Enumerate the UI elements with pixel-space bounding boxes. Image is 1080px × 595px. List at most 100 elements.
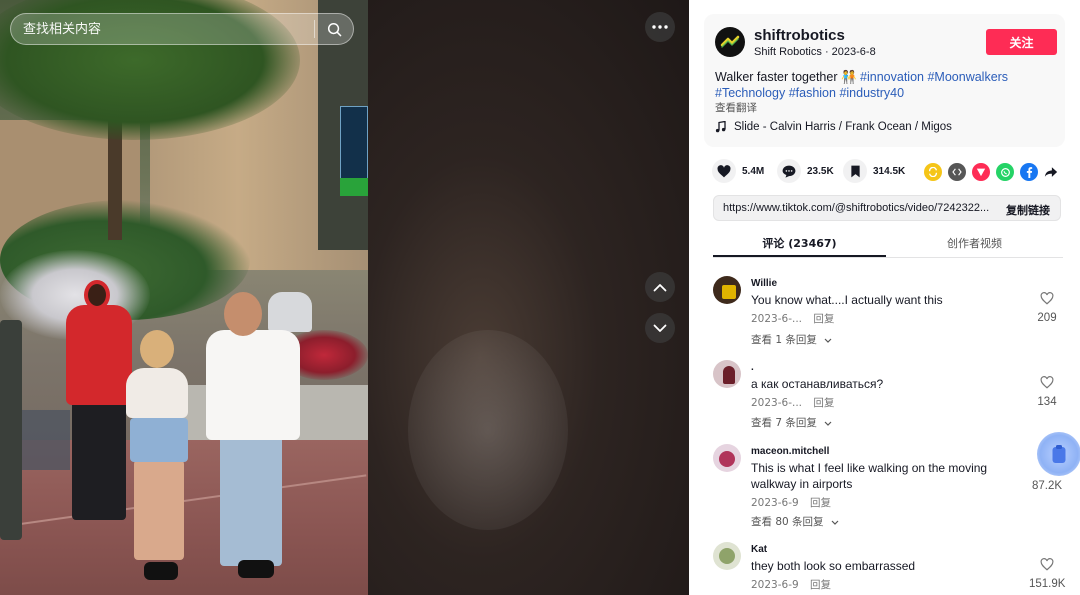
comment-meta: 2023-6-... 回复	[751, 395, 834, 410]
search-bar	[10, 13, 354, 45]
heart-outline-icon	[1040, 292, 1054, 305]
send-icon[interactable]	[972, 163, 990, 181]
copy-link-button[interactable]: 复制链接	[1006, 202, 1050, 218]
comment-like[interactable]: 209	[1029, 292, 1065, 324]
view-replies-label: 查看 80 条回复	[751, 516, 824, 528]
reply-button[interactable]: 回复	[810, 579, 831, 591]
comment-item: maceon.mitchell This is what I feel like…	[713, 444, 1065, 534]
video-blur-background	[368, 0, 689, 595]
commenter-avatar[interactable]	[713, 542, 741, 570]
previous-video-button[interactable]	[645, 272, 675, 302]
view-replies-link[interactable]: 查看 80 条回复	[751, 514, 839, 529]
like-button[interactable]	[712, 159, 736, 183]
chevron-up-icon	[653, 283, 667, 291]
search-icon	[327, 22, 341, 36]
next-video-button[interactable]	[645, 313, 675, 343]
comment-action[interactable]: 23.5K	[777, 159, 834, 183]
comment-text: You know what....I actually want this	[751, 293, 943, 307]
hashtag-link[interactable]: #innovation	[860, 70, 924, 84]
scene-person	[140, 330, 174, 368]
comment-item: . а как останавливаться? 2023-6-... 回复 查…	[713, 360, 1065, 440]
commenter-name[interactable]: Kat	[751, 544, 767, 555]
facebook-icon[interactable]	[1020, 163, 1038, 181]
view-replies-link[interactable]: 查看 7 条回复	[751, 415, 832, 430]
author-username[interactable]: shiftrobotics	[754, 27, 845, 44]
commenter-avatar[interactable]	[713, 276, 741, 304]
hashtag-link[interactable]: #fashion	[789, 86, 836, 100]
video-description: Walker faster together 🧑‍🤝‍🧑 #innovation…	[715, 69, 1055, 101]
chevron-down-icon	[831, 520, 839, 525]
comment-button[interactable]	[777, 159, 801, 183]
side-panel: shiftrobotics Shift Robotics · 2023-6-8 …	[689, 0, 1080, 595]
more-dots-icon	[652, 25, 668, 29]
video-frame	[0, 0, 368, 595]
save-button[interactable]	[843, 159, 867, 183]
follow-button[interactable]: 关注	[986, 29, 1057, 55]
comment-like-count: 209	[1037, 312, 1057, 324]
heart-outline-icon	[1040, 558, 1054, 571]
video-info-card: shiftrobotics Shift Robotics · 2023-6-8 …	[704, 14, 1065, 147]
hashtag-link[interactable]: #Technology	[715, 86, 785, 100]
comment-like[interactable]: 87.2K	[1029, 478, 1065, 492]
view-replies-label: 查看 7 条回复	[751, 417, 817, 429]
music-title: Slide - Calvin Harris / Frank Ocean / Mi…	[734, 121, 952, 133]
comment-like[interactable]: 134	[1029, 376, 1065, 408]
comment-tabs: 评论 (23467) 创作者视频	[713, 231, 1063, 258]
comment-like-count: 134	[1037, 396, 1057, 408]
scene-person	[72, 400, 126, 520]
hashtag-link[interactable]: #Moonwalkers	[927, 70, 1008, 84]
hashtag-link[interactable]: #industry40	[839, 86, 904, 100]
commenter-avatar[interactable]	[713, 360, 741, 388]
comment-meta: 2023-6-9 回复	[751, 495, 831, 510]
save-action[interactable]: 314.5K	[843, 159, 905, 183]
view-replies-link[interactable]: 查看 1 条回复	[751, 332, 832, 347]
music-note-icon	[715, 121, 726, 133]
scene-person	[126, 368, 188, 418]
commenter-name[interactable]: maceon.mitchell	[751, 446, 829, 457]
author-avatar[interactable]	[715, 27, 745, 57]
clipboard-icon	[1052, 445, 1066, 463]
commenter-name[interactable]: .	[751, 362, 754, 373]
comment-date: 2023-6-9	[751, 497, 799, 509]
save-count: 314.5K	[873, 165, 906, 177]
scene-person	[130, 418, 188, 462]
post-date: 2023-6-8	[831, 46, 876, 58]
reply-button[interactable]: 回复	[810, 497, 831, 509]
share-arrow-icon[interactable]	[1042, 163, 1060, 181]
more-options-button[interactable]	[645, 12, 675, 42]
commenter-avatar[interactable]	[713, 444, 741, 472]
whatsapp-icon[interactable]	[996, 163, 1014, 181]
comment-like[interactable]: 151.9K	[1029, 558, 1065, 590]
tab-comments[interactable]: 评论 (23467)	[713, 235, 886, 251]
bookmark-icon	[850, 165, 860, 177]
like-count: 5.4M	[742, 165, 765, 177]
heart-icon	[717, 164, 731, 177]
comment-text: This is what I feel like walking on the …	[751, 461, 988, 491]
like-action[interactable]: 5.4M	[712, 159, 764, 183]
video-player[interactable]	[0, 0, 689, 595]
translate-link[interactable]: 查看翻译	[715, 100, 757, 115]
comment-count: 23.5K	[807, 165, 834, 177]
chevron-down-icon	[824, 338, 832, 343]
reply-button[interactable]: 回复	[813, 397, 834, 409]
comment-icon	[782, 165, 796, 178]
embed-icon[interactable]	[948, 163, 966, 181]
active-tab-indicator	[713, 255, 886, 257]
search-button[interactable]	[315, 14, 353, 44]
heart-outline-icon	[1040, 376, 1054, 389]
reply-button[interactable]: 回复	[813, 313, 834, 325]
repost-icon[interactable]	[924, 163, 942, 181]
view-replies-label: 查看 1 条回复	[751, 334, 817, 346]
floating-assistant-button[interactable]	[1037, 432, 1080, 476]
video-url[interactable]: https://www.tiktok.com/@shiftrobotics/vi…	[723, 202, 995, 214]
tab-creator-videos[interactable]: 创作者视频	[888, 235, 1061, 251]
scene-person	[84, 280, 110, 310]
music-link[interactable]: Slide - Calvin Harris / Frank Ocean / Mi…	[715, 121, 952, 133]
shift-logo-icon	[720, 35, 740, 48]
author-display-name[interactable]: Shift Robotics	[754, 46, 822, 58]
comment-text: а как останавливаться?	[751, 377, 884, 391]
search-input[interactable]	[11, 21, 314, 37]
commenter-name[interactable]: Willie	[751, 278, 777, 289]
description-text: Walker faster together 🧑‍🤝‍🧑	[715, 70, 857, 84]
scene-person	[268, 292, 312, 332]
